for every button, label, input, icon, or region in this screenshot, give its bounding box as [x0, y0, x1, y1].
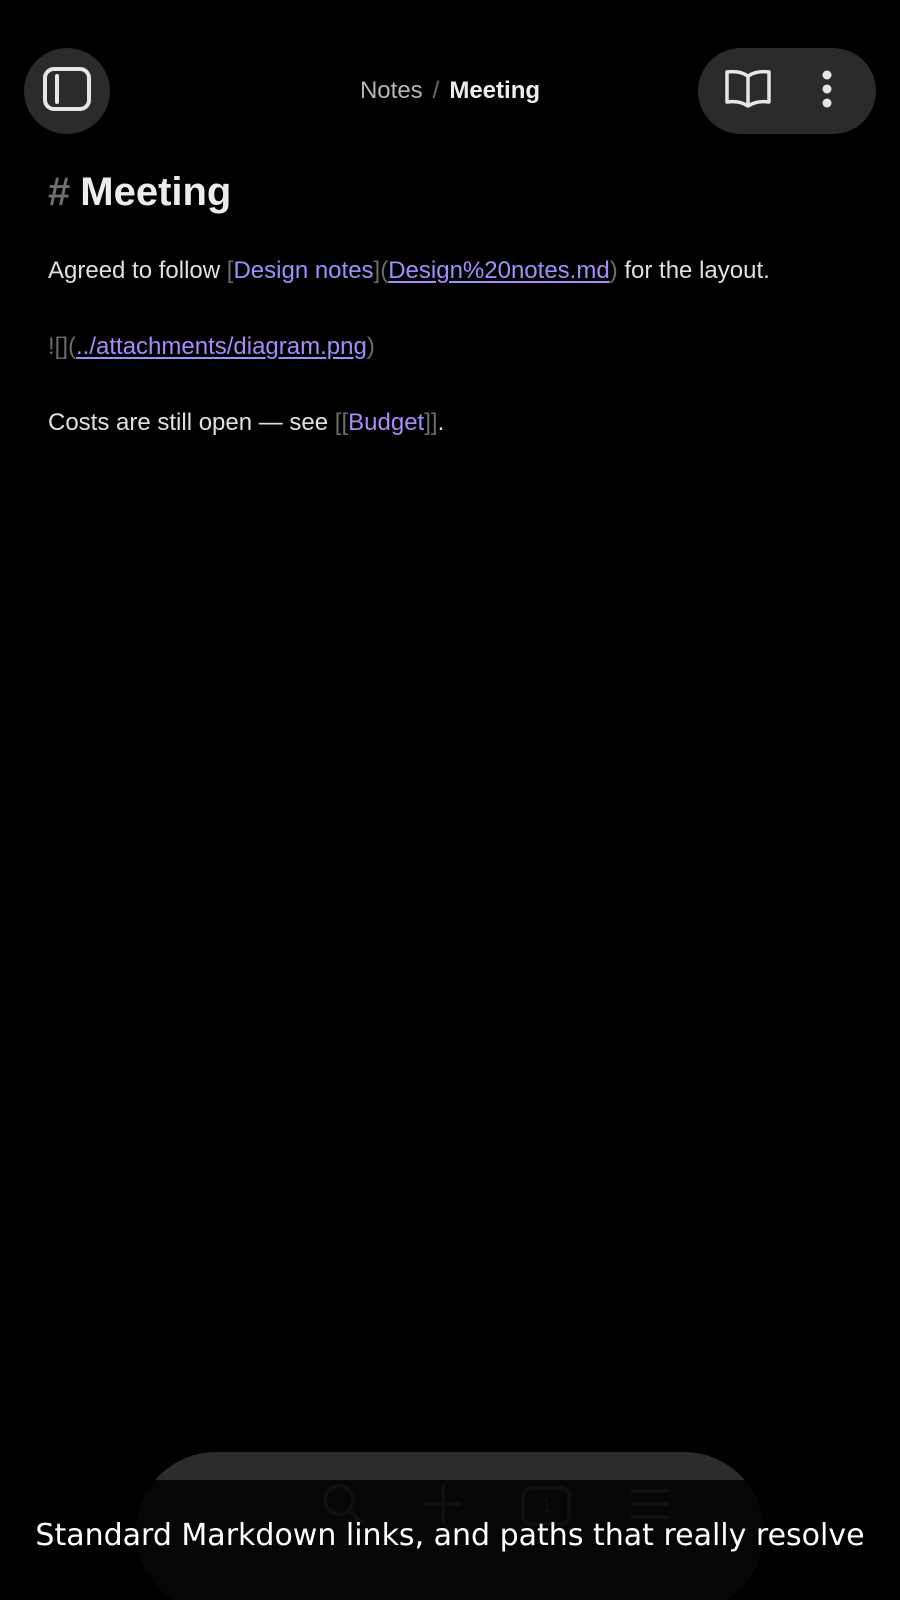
heading-text: Meeting [80, 170, 232, 214]
link-bracket-mid: ]( [373, 257, 389, 284]
image-embed-prefix: ![]( [48, 333, 76, 360]
heading-marker: # [48, 170, 71, 214]
reading-mode-icon [724, 68, 772, 115]
paragraph-3: Costs are still open — see [[Budget]]. [48, 406, 858, 440]
reading-mode-button[interactable] [718, 61, 778, 121]
budget-wikilink[interactable]: Budget [348, 409, 424, 436]
breadcrumb-current: Meeting [449, 77, 541, 104]
top-actions-pill [698, 48, 876, 134]
wikilink-open: [[ [334, 409, 349, 436]
para3-prefix: Costs are still open — see [48, 409, 335, 436]
caption: Standard Markdown links, and paths that … [35, 1518, 865, 1553]
wikilink-close: ]] [424, 409, 438, 436]
design-notes-link-text[interactable]: Design notes [233, 257, 373, 284]
note-heading: # Meeting [48, 160, 858, 224]
image-embed-close: ) [366, 333, 375, 360]
design-notes-link-url[interactable]: Design%20notes.md [388, 257, 609, 284]
paragraph-2: ![](../attachments/diagram.png) [48, 330, 858, 364]
paragraph-1: Agreed to follow [Design notes](Design%2… [48, 254, 858, 288]
diagram-image-link[interactable]: ../attachments/diagram.png [76, 333, 367, 360]
para1-prefix: Agreed to follow [48, 257, 227, 284]
note-editor[interactable]: # Meeting Agreed to follow [Design notes]… [48, 160, 858, 482]
para3-suffix: . [437, 409, 445, 436]
link-paren-close: ) [609, 257, 618, 284]
breadcrumb-parent[interactable]: Notes [360, 77, 423, 104]
breadcrumb-separator: / [432, 77, 440, 104]
more-options-icon [821, 69, 833, 114]
top-bar: Notes / Meeting [0, 0, 900, 140]
more-options-button[interactable] [797, 61, 857, 121]
para1-suffix: for the layout. [617, 257, 770, 284]
